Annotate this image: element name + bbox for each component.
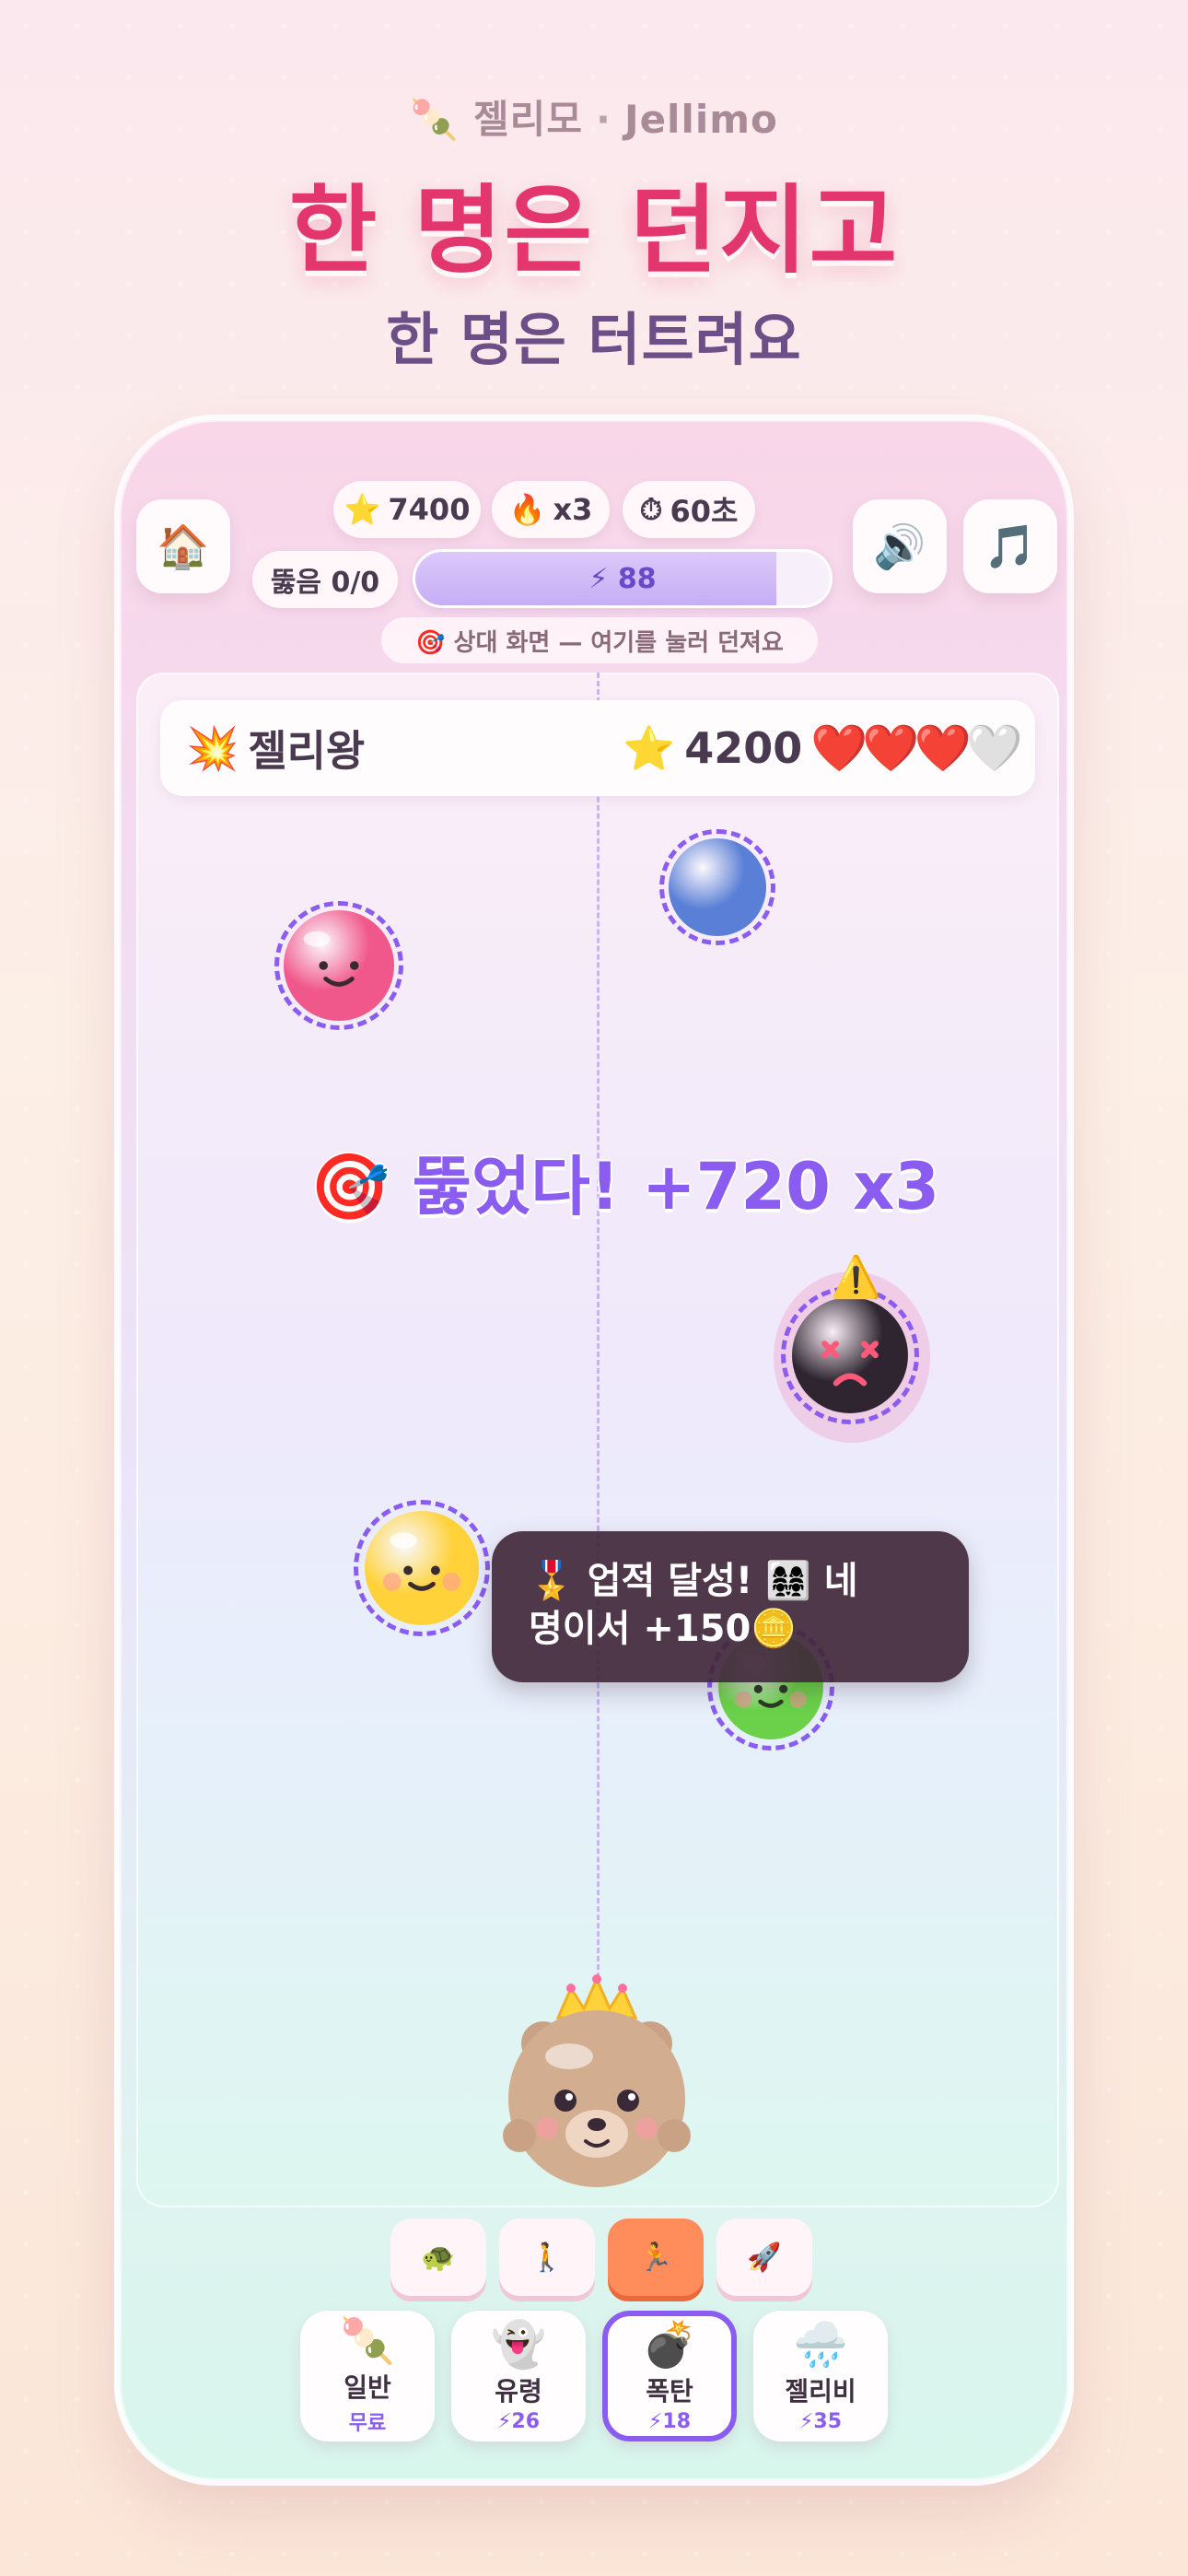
pierce-counter: 뚫음 0/0: [252, 551, 398, 608]
fire-icon: 🔥: [508, 492, 546, 527]
smile-face-icon: [382, 1532, 461, 1591]
opponent-name-group: 💥 젤리왕: [186, 700, 365, 796]
energy-label: ⚡ 88: [415, 552, 830, 605]
combo-value: x3: [553, 492, 593, 527]
ammo-cost: 무료: [348, 2412, 387, 2435]
turtle-icon: 🐢: [421, 2241, 456, 2274]
speed-slow-button[interactable]: 🐢: [390, 2219, 486, 2296]
energy-bar: ⚡ 88: [413, 549, 833, 608]
ammo-cost: ⚡26: [496, 2409, 541, 2433]
ammo-name: 폭탄: [646, 2375, 693, 2406]
star-icon: ⭐: [623, 722, 676, 773]
opponent-status-bar: 💥 젤리왕 ⭐ 4200 ❤️ ❤️ ❤️ 🤍: [160, 700, 1035, 796]
phone-frame: 🏠 ⭐ 7400 🔥 x3 ⏱ 60초 뚫음 0/0 ⚡ 88 🔊 🎵 🎯 상대…: [114, 415, 1074, 2486]
bear-launcher-icon[interactable]: [497, 1972, 696, 2198]
center-divider: [597, 673, 600, 1986]
speed-run-button[interactable]: 🏃: [608, 2219, 704, 2296]
ammo-jelly-rain-button[interactable]: 🌧️ 젤리비 ⚡35: [753, 2311, 888, 2441]
running-icon: 🏃: [638, 2241, 673, 2274]
heart-icon: ❤️: [914, 720, 972, 775]
dango-icon: 🍡: [340, 2315, 395, 2367]
pink-jelly[interactable]: [284, 910, 394, 1021]
energy-value: 88: [617, 562, 657, 595]
toast-line-2: 명이서 +150🪙: [529, 1608, 798, 1650]
walking-icon: 🚶: [530, 2241, 565, 2274]
dango-icon: 🍡: [410, 97, 460, 142]
toast-line-1: 🎖️ 업적 달성! 👩‍👩‍👧‍👧 네: [529, 1560, 858, 1602]
ammo-bomb-button[interactable]: 💣 폭탄 ⚡18: [602, 2311, 737, 2441]
heart-icon: ❤️: [810, 720, 868, 775]
score-value: 7400: [388, 492, 471, 527]
opponent-field[interactable]: 💥 젤리왕 ⭐ 4200 ❤️ ❤️ ❤️ 🤍: [136, 673, 1059, 2207]
stopwatch-icon: ⏱: [639, 491, 663, 527]
home-icon: 🏠: [157, 521, 210, 571]
ammo-name: 젤리비: [785, 2375, 856, 2406]
star-icon: ⭐: [344, 492, 381, 527]
opponent-score-group: ⭐ 4200: [623, 700, 802, 796]
smile-face-icon: [303, 931, 359, 987]
blue-jelly[interactable]: [669, 838, 766, 936]
ammo-selector: 🍡 일반 무료 👻 유령 ⚡26 💣 폭탄 ⚡18 🌧️ 젤리비 ⚡35: [300, 2311, 888, 2441]
brand-name: 젤리모: [473, 97, 583, 142]
throw-hint: 🎯 상대 화면 — 여기를 눌러 던져요: [381, 617, 818, 663]
score-pill: ⭐ 7400: [333, 481, 481, 538]
throw-speed-selector: 🐢 🚶 🏃 🚀: [390, 2219, 812, 2296]
ammo-normal-button[interactable]: 🍡 일반 무료: [300, 2311, 435, 2441]
brand-name-en: Jellimo: [623, 97, 778, 142]
lightning-icon: ⚡: [588, 562, 609, 595]
ammo-ghost-button[interactable]: 👻 유령 ⚡26: [451, 2311, 586, 2441]
heart-icon: ❤️: [862, 720, 919, 775]
bomb-icon: 💣: [642, 2318, 697, 2371]
brand-separator: ·: [595, 97, 611, 142]
explosion-icon: 💥: [186, 722, 239, 773]
music-button[interactable]: 🎵: [963, 499, 1057, 593]
combo-pill: 🔥 x3: [492, 481, 610, 538]
home-button[interactable]: 🏠: [136, 499, 230, 593]
speed-walk-button[interactable]: 🚶: [499, 2219, 595, 2296]
opponent-score: 4200: [684, 723, 803, 773]
music-note-icon: 🎵: [984, 521, 1037, 571]
warning-icon: ⚠️: [831, 1254, 881, 1301]
speed-rocket-button[interactable]: 🚀: [716, 2219, 812, 2296]
rocket-icon: 🚀: [747, 2241, 782, 2274]
ammo-cost: ⚡18: [647, 2409, 692, 2433]
ammo-cost: ⚡35: [798, 2409, 843, 2433]
speaker-icon: 🔊: [873, 521, 926, 571]
ghost-icon: 👻: [491, 2318, 546, 2371]
yellow-jelly[interactable]: [365, 1511, 479, 1625]
empty-heart-icon: 🤍: [965, 720, 1023, 775]
opponent-name: 젤리왕: [248, 726, 366, 776]
brand-header: 🍡 젤리모 · Jellimo: [0, 88, 1188, 145]
sound-button[interactable]: 🔊: [853, 499, 947, 593]
score-popup: 🎯 뚫었다! +720 x3: [309, 1149, 940, 1224]
rain-cloud-icon: 🌧️: [793, 2318, 848, 2371]
achievement-toast: 🎖️ 업적 달성! 👩‍👩‍👧‍👧 네 명이서 +150🪙: [492, 1531, 969, 1682]
timer-pill: ⏱ 60초: [623, 481, 755, 538]
timer-value: 60초: [670, 494, 739, 529]
subheadline: 한 명은 터트려요: [386, 306, 802, 373]
headline: 한 명은 던지고: [288, 174, 900, 287]
bomb-jelly[interactable]: [792, 1297, 908, 1413]
ammo-name: 일반: [344, 2372, 391, 2403]
ammo-name: 유령: [495, 2375, 542, 2406]
dizzy-face-icon: [821, 1341, 879, 1387]
opponent-lives: ❤️ ❤️ ❤️ 🤍: [810, 700, 1023, 796]
